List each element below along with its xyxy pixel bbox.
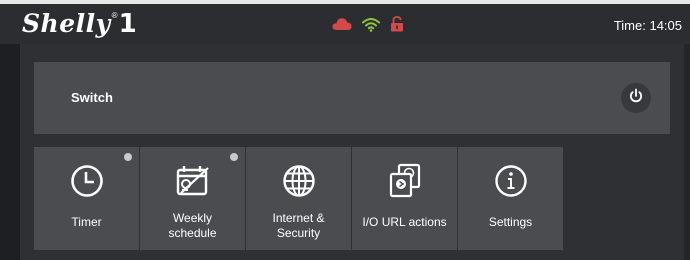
schedule-icon — [175, 164, 211, 203]
logo-registered-mark: ® — [111, 11, 118, 20]
tile-label: Settings — [488, 215, 533, 229]
indicator-dot — [124, 153, 132, 161]
menu-tiles: Timer Weekly schedule Internet & Securit… — [34, 147, 564, 250]
time-display: Time: 14:05 — [613, 18, 682, 33]
tile-label: Weekly schedule — [168, 211, 217, 240]
shelly-logo[interactable]: Shelly ® 1 — [22, 6, 137, 42]
wifi-icon — [362, 17, 380, 32]
cloud-icon — [332, 17, 352, 31]
url-actions-icon — [388, 163, 422, 204]
info-icon — [494, 164, 528, 203]
tile-io-url-actions[interactable]: I/O URL actions — [352, 147, 457, 250]
tile-label: Internet & Security — [272, 211, 325, 240]
indicator-dot — [230, 153, 238, 161]
tile-internet-security[interactable]: Internet & Security — [246, 147, 351, 250]
status-icons — [332, 14, 404, 34]
clock-icon — [70, 164, 104, 203]
tile-label: I/O URL actions — [362, 215, 447, 229]
globe-icon — [282, 164, 316, 203]
power-icon — [628, 88, 644, 109]
app-header: Shelly ® 1 Time: 14:05 — [0, 4, 690, 44]
logo-word: Shelly — [22, 9, 111, 38]
left-gutter — [0, 44, 20, 260]
switch-panel: Switch — [34, 62, 670, 134]
logo-number: 1 — [118, 9, 137, 39]
switch-label: Switch — [71, 90, 113, 105]
tile-settings[interactable]: Settings — [458, 147, 563, 250]
power-button[interactable] — [621, 83, 651, 113]
tile-weekly-schedule[interactable]: Weekly schedule — [140, 147, 245, 250]
tile-timer[interactable]: Timer — [34, 147, 139, 250]
tile-label: Timer — [71, 215, 102, 229]
unlocked-icon — [390, 16, 404, 32]
